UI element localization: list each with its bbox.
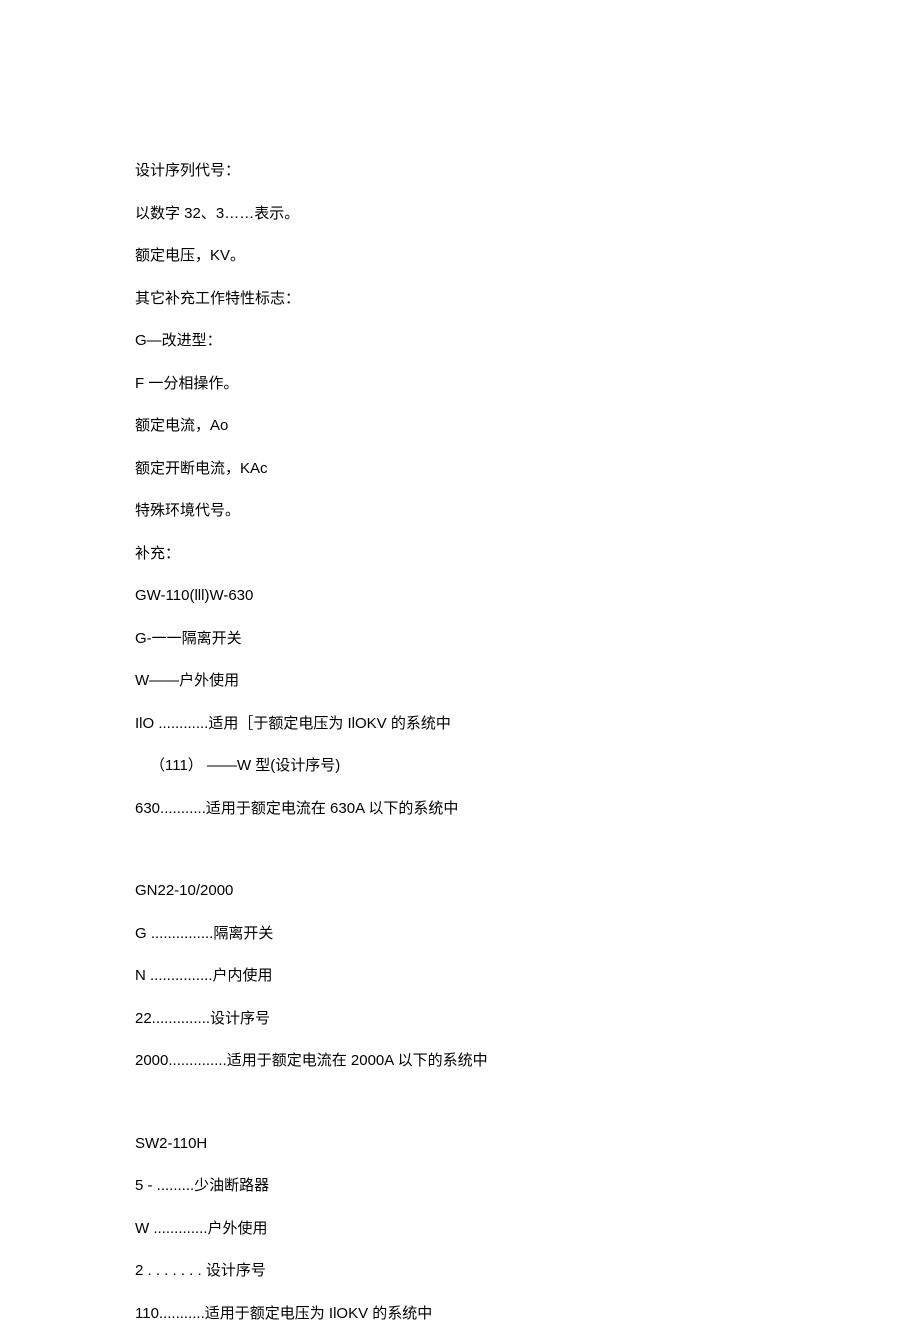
text-line: N ...............户内使用 [135, 965, 785, 988]
text-line: W——户外使用 [135, 670, 785, 693]
text-line: GW-110(lll)W-630 [135, 585, 785, 608]
text-line: （111） ——W 型(设计序号) [135, 755, 785, 778]
text-line: 2000..............适用于额定电流在 2000A 以下的系统中 [135, 1050, 785, 1073]
text-line: G—改进型： [135, 330, 785, 353]
text-line: 额定电压，KV。 [135, 245, 785, 268]
text-line: 设计序列代号： [135, 160, 785, 183]
text-line: 5 - .........少油断路器 [135, 1175, 785, 1198]
text-line: W .............户外使用 [135, 1218, 785, 1241]
text-line: 110...........适用于额定电压为 IlOKV 的系统中 [135, 1303, 785, 1325]
text-line: G ...............隔离开关 [135, 923, 785, 946]
text-line: 630...........适用于额定电流在 630A 以下的系统中 [135, 798, 785, 821]
text-line: GN22-10/2000 [135, 880, 785, 903]
text-line: F 一分相操作。 [135, 373, 785, 396]
text-line: 其它补充工作特性标志： [135, 288, 785, 311]
text-line: 额定电流，Ao [135, 415, 785, 438]
document-body: 设计序列代号： 以数字 32、3……表示。额定电压，KV。其它补充工作特性标志： G… [135, 160, 785, 1325]
text-line: 特殊环境代号。 [135, 500, 785, 523]
text-line: 补充： [135, 543, 785, 566]
text-line [135, 840, 785, 880]
text-line: SW2-110H [135, 1133, 785, 1156]
text-line [135, 1093, 785, 1133]
text-line: IlO ............适用［于额定电压为 IlOKV 的系统中 [135, 713, 785, 736]
text-line: 22..............设计序号 [135, 1008, 785, 1031]
text-line: G-一一隔离开关 [135, 628, 785, 651]
text-line: 2 . . . . . . . 设计序号 [135, 1260, 785, 1283]
text-line: 以数字 32、3……表示。 [135, 203, 785, 226]
text-line: 额定开断电流，KAc [135, 458, 785, 481]
